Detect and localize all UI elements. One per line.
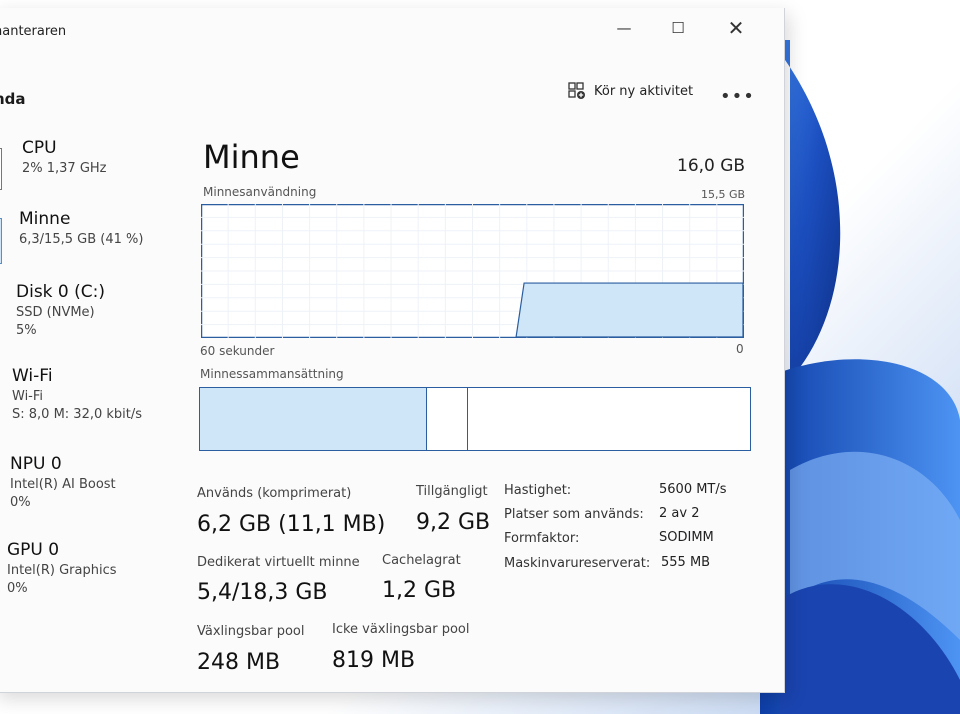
stat-label: Används (komprimerat) xyxy=(197,486,352,501)
sidebar-item-name: Wi-Fi xyxy=(12,366,53,386)
usage-chart-max: 15,5 GB xyxy=(701,188,746,201)
stat-label: Icke växlingsbar pool xyxy=(332,622,470,637)
more-options-button[interactable]: ••• xyxy=(720,86,755,107)
sidebar-item-name: GPU 0 xyxy=(7,540,60,560)
sidebar-item-name: Minne xyxy=(19,209,71,229)
sidebar-item-detail: 5% xyxy=(16,323,37,338)
memory-composition-bar xyxy=(199,387,751,451)
sidebar-item-cpu[interactable]: CPU 2% 1,37 GHz xyxy=(22,138,107,176)
stat-label: Växlingsbar pool xyxy=(197,624,305,639)
sidebar-item-detail: Intel(R) Graphics xyxy=(7,563,117,578)
stat-value: 248 MB xyxy=(197,650,281,675)
usage-x-right-label: 0 xyxy=(736,342,744,356)
run-new-task-button[interactable]: Kör ny aktivitet xyxy=(568,82,693,100)
app-title: hanteraren xyxy=(0,24,67,39)
composition-in-use xyxy=(200,388,427,450)
run-new-task-label: Kör ny aktivitet xyxy=(594,83,694,99)
sidebar-item-detail: S: 8,0 M: 32,0 kbit/s xyxy=(12,407,143,422)
property-label: Hastighet: xyxy=(504,483,572,498)
property-label: Formfaktor: xyxy=(504,531,580,546)
usage-x-left-label: 60 sekunder xyxy=(200,344,275,358)
stat-label: Cachelagrat xyxy=(382,553,461,568)
sidebar-item-detail: Intel(R) AI Boost xyxy=(10,477,116,492)
property-value: 2 av 2 xyxy=(659,506,700,521)
sidebar-item-npu[interactable]: NPU 0 Intel(R) AI Boost 0% xyxy=(10,454,116,510)
sidebar-item-name: NPU 0 xyxy=(10,454,62,474)
sidebar-item-detail: 6,3/15,5 GB (41 %) xyxy=(19,232,144,247)
title-bar: hanteraren — ☐ ✕ xyxy=(0,8,784,48)
stat-label: Dedikerat virtuellt minne xyxy=(197,555,360,570)
stat-value: 6,2 GB (11,1 MB) xyxy=(197,512,386,537)
sidebar-item-name: Disk 0 (C:) xyxy=(16,282,106,302)
stat-value: 5,4/18,3 GB xyxy=(197,580,328,605)
page-heading: nda xyxy=(0,90,26,108)
sidebar-item-wifi[interactable]: Wi-Fi Wi-Fi S: 8,0 M: 32,0 kbit/s xyxy=(12,366,142,422)
close-button[interactable]: ✕ xyxy=(718,14,754,42)
sidebar-item-detail: 2% 1,37 GHz xyxy=(22,161,107,176)
minimize-button[interactable]: — xyxy=(606,14,642,42)
usage-chart-label: Minnesanvändning xyxy=(203,185,317,199)
task-manager-window: hanteraren — ☐ ✕ nda Kör ny aktivitet ••… xyxy=(0,8,785,693)
composition-modified xyxy=(426,388,468,450)
sidebar-item-detail: Wi-Fi xyxy=(12,389,44,404)
property-label: Maskinvarureserverat: xyxy=(504,556,651,571)
page-title: Minne xyxy=(203,138,300,176)
sidebar-item-disk[interactable]: Disk 0 (C:) SSD (NVMe) 5% xyxy=(16,282,105,338)
property-value: SODIMM xyxy=(659,530,714,545)
sidebar-item-memory[interactable]: Minne 6,3/15,5 GB (41 %) xyxy=(19,209,143,247)
stat-label: Tillgängligt xyxy=(416,484,488,499)
sidebar-item-detail: SSD (NVMe) xyxy=(16,305,95,320)
stat-value: 1,2 GB xyxy=(382,578,457,603)
new-task-icon xyxy=(568,82,585,99)
sidebar-item-detail: 0% xyxy=(7,581,28,596)
composition-label: Minnessammansättning xyxy=(200,367,344,381)
cpu-thumbnail xyxy=(0,148,2,190)
memory-thumbnail xyxy=(0,218,2,264)
sidebar-item-gpu[interactable]: GPU 0 Intel(R) Graphics 0% xyxy=(7,540,117,596)
property-value: 555 MB xyxy=(661,555,711,570)
sidebar-item-name: CPU xyxy=(22,138,57,158)
stat-value: 819 MB xyxy=(332,648,416,673)
sidebar-item-detail: 0% xyxy=(10,495,31,510)
memory-usage-chart xyxy=(201,204,744,338)
usage-area xyxy=(515,282,744,338)
stat-value: 9,2 GB xyxy=(416,510,491,535)
maximize-button[interactable]: ☐ xyxy=(660,14,696,42)
total-memory: 16,0 GB xyxy=(677,156,746,176)
property-value: 5600 MT/s xyxy=(659,482,727,497)
property-label: Platser som används: xyxy=(504,507,644,522)
